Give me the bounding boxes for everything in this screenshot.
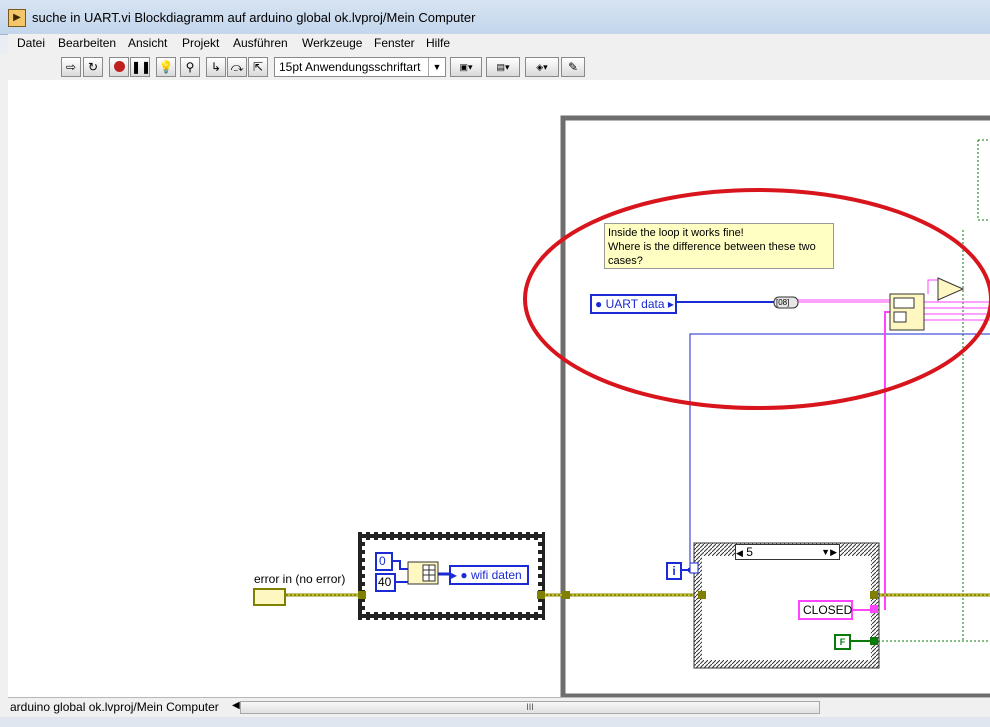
equal-function-node[interactable] bbox=[937, 277, 965, 301]
iteration-terminal[interactable]: i bbox=[666, 562, 682, 580]
conversion-node-label: [08] bbox=[776, 298, 790, 307]
status-bar: arduino global ok.lvproj/Mein Computer ◀… bbox=[8, 697, 990, 718]
menu-fenster[interactable]: Fenster bbox=[374, 36, 415, 50]
horizontal-scrollbar[interactable]: III bbox=[240, 701, 820, 714]
comment-label[interactable]: Inside the loop it works fine! Where is … bbox=[604, 223, 834, 269]
comment-line-2: Where is the difference between these tw… bbox=[608, 241, 816, 253]
scroll-grip: III bbox=[526, 702, 534, 712]
toolbar: ⇨ ↻ ❚❚ 💡 ⚲ ↳ ⤼ ⇱ 15pt Anwendungsschrifta… bbox=[8, 54, 990, 81]
clean-up-diagram-icon[interactable]: ✎ bbox=[561, 57, 585, 77]
block-diagram-canvas[interactable]: Inside the loop it works fine! Where is … bbox=[8, 80, 990, 697]
iteration-wire bbox=[689, 333, 990, 570]
wifi-daten-global-variable[interactable]: ▸ ● wifi daten bbox=[449, 565, 529, 585]
case-selector-value: 5 bbox=[746, 545, 753, 559]
retain-wire-values-icon[interactable]: ⚲ bbox=[180, 57, 200, 77]
case-prev-icon[interactable]: ◀ bbox=[736, 548, 743, 558]
highlight-execution-icon[interactable]: 💡 bbox=[156, 57, 176, 77]
uart-data-global-variable[interactable]: ● UART data ▸ bbox=[590, 294, 677, 314]
error-in-terminal[interactable] bbox=[253, 588, 286, 606]
abort-icon[interactable] bbox=[109, 57, 129, 77]
run-continuously-icon[interactable]: ↻ bbox=[83, 57, 103, 77]
menu-bar: Datei Bearbeiten Ansicht Projekt Ausführ… bbox=[8, 34, 990, 54]
menu-ansicht[interactable]: Ansicht bbox=[128, 36, 167, 50]
uart-data-label: UART data bbox=[605, 297, 665, 311]
globe-icon: ● bbox=[460, 568, 468, 582]
step-over-icon[interactable]: ⤼ bbox=[227, 57, 247, 77]
globe-icon: ● bbox=[595, 297, 603, 311]
project-context-path[interactable]: arduino global ok.lvproj/Mein Computer bbox=[10, 700, 230, 715]
menu-werkzeuge[interactable]: Werkzeuge bbox=[302, 36, 362, 50]
chevron-right-icon: ▸ bbox=[451, 568, 458, 582]
menu-ausfuehren[interactable]: Ausführen bbox=[233, 36, 288, 50]
pause-icon[interactable]: ❚❚ bbox=[130, 57, 151, 77]
window-bottom-border bbox=[0, 717, 990, 727]
window-left-border bbox=[0, 54, 8, 727]
menu-projekt[interactable]: Projekt bbox=[182, 36, 219, 50]
run-arrow-icon[interactable]: ⇨ bbox=[61, 57, 81, 77]
comment-line-3: cases? bbox=[608, 255, 643, 267]
window-title: suche in UART.vi Blockdiagramm auf ardui… bbox=[32, 10, 476, 25]
boolean-wire-right bbox=[962, 139, 990, 640]
chevron-right-icon: ▸ bbox=[667, 297, 674, 311]
closed-string-wire bbox=[884, 311, 890, 610]
title-bar: ▶ suche in UART.vi Blockdiagramm auf ard… bbox=[0, 0, 990, 35]
labview-vi-icon[interactable]: ▶ bbox=[8, 9, 26, 27]
menu-bearbeiten[interactable]: Bearbeiten bbox=[58, 36, 116, 50]
case-dropdown-icon[interactable]: ▼▶ bbox=[821, 545, 837, 559]
font-selector-value: 15pt Anwendungsschriftart bbox=[279, 60, 421, 74]
case-selector[interactable]: ◀ 5 ▼▶ bbox=[735, 544, 840, 560]
chevron-left-icon[interactable]: ◀ bbox=[232, 700, 240, 711]
distribute-objects-icon[interactable]: ▤▾ bbox=[486, 57, 520, 77]
comment-line-1: Inside the loop it works fine! bbox=[608, 227, 744, 239]
menu-hilfe[interactable]: Hilfe bbox=[426, 36, 450, 50]
align-objects-icon[interactable]: ▣▾ bbox=[450, 57, 482, 77]
error-in-label: error in (no error) bbox=[254, 572, 346, 586]
wifi-daten-label: wifi daten bbox=[470, 568, 522, 582]
menu-datei[interactable]: Datei bbox=[17, 36, 45, 50]
reorder-icon[interactable]: ◈▾ bbox=[525, 57, 559, 77]
step-out-icon[interactable]: ⇱ bbox=[248, 57, 268, 77]
numeric-constant-40[interactable]: 40 bbox=[375, 573, 396, 592]
numeric-constant-0[interactable]: 0 bbox=[375, 552, 393, 571]
font-selector-dropdown[interactable]: 15pt Anwendungsschriftart ▼ bbox=[274, 57, 446, 77]
step-into-icon[interactable]: ↳ bbox=[206, 57, 226, 77]
false-boolean-constant[interactable]: F bbox=[834, 634, 851, 650]
chevron-down-icon: ▼ bbox=[428, 58, 445, 76]
closed-string-constant[interactable]: CLOSED bbox=[798, 600, 853, 620]
